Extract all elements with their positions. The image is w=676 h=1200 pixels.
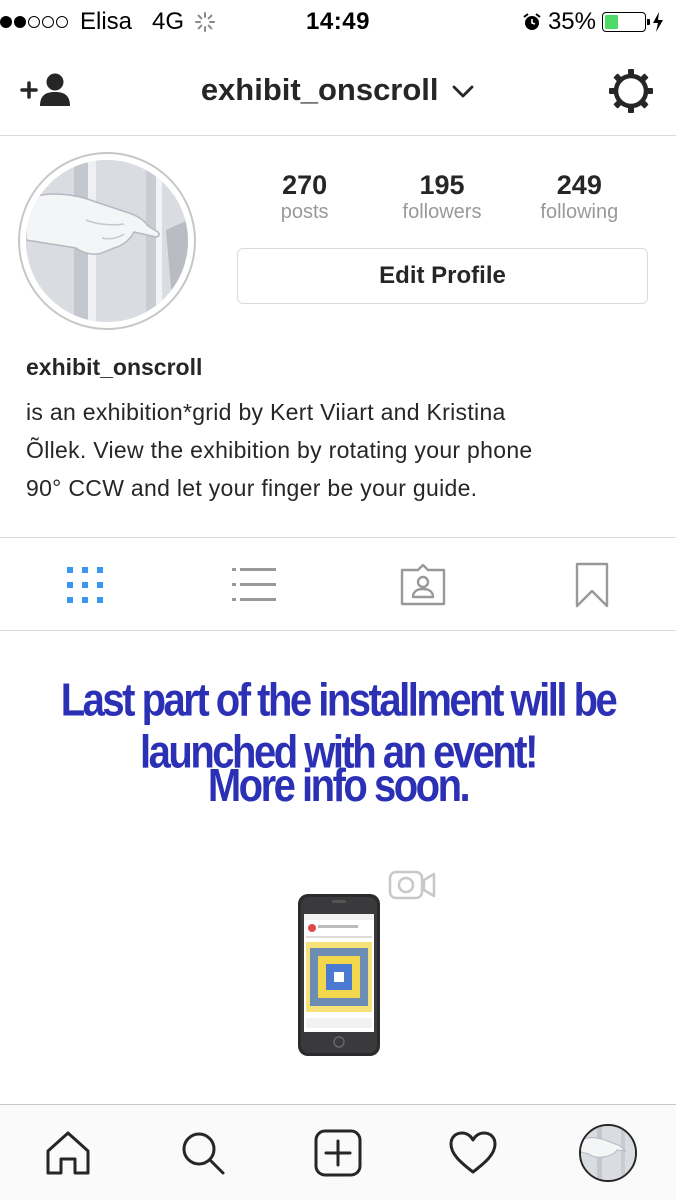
battery-fill <box>605 15 619 29</box>
nav-home[interactable] <box>0 1105 135 1200</box>
tab-tagged[interactable] <box>338 538 507 632</box>
gear-icon <box>609 69 653 113</box>
following-stat[interactable]: 249 following <box>511 170 648 224</box>
following-count: 249 <box>556 170 602 200</box>
options-button[interactable] <box>602 66 660 116</box>
alarm-icon <box>523 13 541 30</box>
status-bar: Elisa 4G 14:49 35% <box>0 0 676 44</box>
nav-search[interactable] <box>135 1105 270 1200</box>
profile-name: exhibit_onscroll <box>26 354 203 380</box>
tab-list[interactable] <box>169 538 338 632</box>
tab-grid[interactable] <box>0 538 169 632</box>
grid-icon <box>66 567 103 603</box>
bio-line: is an exhibition*grid by Kert Viiart and… <box>26 399 506 425</box>
tab-saved[interactable] <box>507 538 676 632</box>
bio-line: Õllek. View the exhibition by rotating y… <box>26 437 533 463</box>
pointing-hand-image <box>26 160 188 322</box>
nav-profile[interactable] <box>540 1105 675 1200</box>
edit-profile-button[interactable]: Edit Profile <box>237 248 648 304</box>
phone-illustration <box>298 894 380 1056</box>
posts-count: 270 <box>282 170 328 200</box>
username-switcher[interactable]: exhibit_onscroll <box>0 72 676 108</box>
battery-icon <box>602 12 650 32</box>
posts-stat[interactable]: 270 posts <box>236 170 373 224</box>
search-icon <box>182 1132 224 1175</box>
pointing-hand-thumbnail <box>580 1126 635 1180</box>
home-icon <box>46 1131 89 1175</box>
nav-activity[interactable] <box>405 1105 540 1200</box>
heart-icon <box>449 1131 496 1174</box>
followers-count: 195 <box>419 170 465 200</box>
header-username: exhibit_onscroll <box>200 72 439 107</box>
bio-line: 90° CCW and let your finger be your guid… <box>26 475 478 501</box>
avatar-image <box>26 160 188 322</box>
announcement-line-2: More info soon. <box>207 760 471 812</box>
add-post-icon <box>314 1129 361 1177</box>
following-label: following <box>540 201 619 223</box>
profile-bio: is an exhibition*grid by Kert Viiart and… <box>26 393 656 507</box>
battery-percent: 35% <box>547 8 596 35</box>
nav-new-post[interactable] <box>270 1105 405 1200</box>
tagged-person-icon <box>400 564 445 606</box>
charging-bolt-icon <box>653 12 663 32</box>
profile-avatar[interactable] <box>18 152 196 330</box>
bookmark-icon <box>575 562 608 608</box>
profile-tabs <box>0 537 676 631</box>
bottom-nav <box>0 1104 676 1200</box>
video-camera-icon <box>388 870 436 900</box>
status-right: 35% <box>522 8 664 36</box>
list-icon <box>231 568 276 601</box>
profile-stats: 270 posts 195 followers 249 following <box>236 170 648 224</box>
chevron-down-icon <box>452 85 474 98</box>
posts-label: posts <box>280 201 329 223</box>
followers-label: followers <box>402 201 482 223</box>
followers-stat[interactable]: 195 followers <box>373 170 510 224</box>
profile-avatar-small <box>578 1124 637 1182</box>
profile-header: exhibit_onscroll <box>0 44 676 136</box>
post-grid[interactable]: Last part of the installment will be lau… <box>0 632 676 1104</box>
